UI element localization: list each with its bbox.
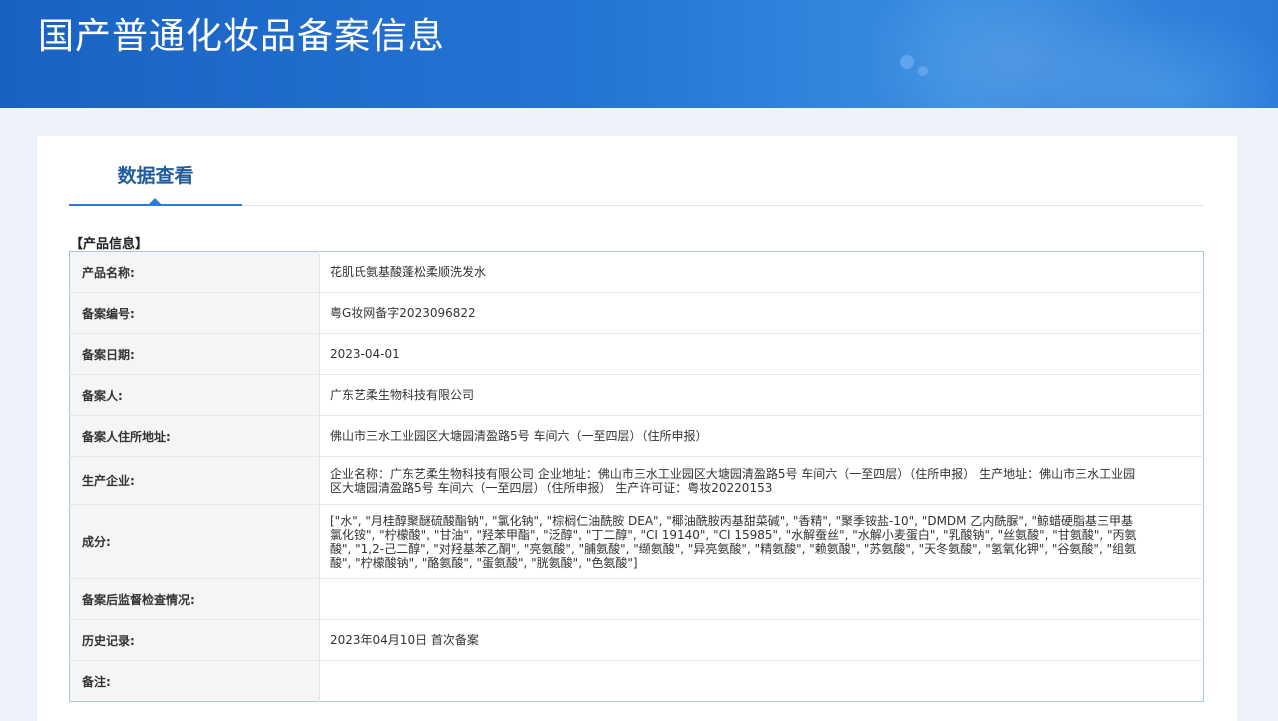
table-row: 备案日期: 2023-04-01: [69, 333, 1204, 375]
row-value-record-date: 2023-04-01: [319, 333, 1204, 375]
table-row: 备案人: 广东艺柔生物科技有限公司: [69, 374, 1204, 416]
row-label-manufacturer: 生产企业:: [69, 456, 320, 505]
table-row: 备案编号: 粤G妆网备字2023096822: [69, 292, 1204, 334]
row-value-registrant-address: 佛山市三水工业园区大塘园清盈路5号 车间六（一至四层）（住所申报）: [319, 415, 1204, 457]
table-row: 备注:: [69, 660, 1204, 702]
page-title: 国产普通化妆品备案信息: [38, 16, 446, 57]
row-value-record-number: 粤G妆网备字2023096822: [319, 292, 1204, 334]
row-value-ingredients: ["水", "月桂醇聚醚硫酸酯钠", "氯化钠", "棕榈仁油酰胺 DEA", …: [319, 504, 1204, 579]
row-label-record-date: 备案日期:: [69, 333, 320, 375]
tab-active-caret-icon: [149, 198, 161, 204]
tab-label: 数据查看: [117, 165, 194, 187]
row-value-manufacturer: 企业名称：广东艺柔生物科技有限公司 企业地址：佛山市三水工业园区大塘园清盈路5号…: [319, 456, 1204, 505]
table-row: 历史记录: 2023年04月10日 首次备案: [69, 619, 1204, 661]
table-row: 备案人住所地址: 佛山市三水工业园区大塘园清盈路5号 车间六（一至四层）（住所申…: [69, 415, 1204, 457]
tab-bar: 数据查看: [69, 136, 1204, 206]
header-decoration: [918, 66, 928, 76]
row-label-remarks: 备注:: [69, 660, 320, 702]
row-label-history: 历史记录:: [69, 619, 320, 661]
page-header: 国产普通化妆品备案信息: [0, 0, 1278, 108]
table-row: 备案后监督检查情况:: [69, 578, 1204, 620]
row-label-registrant-address: 备案人住所地址:: [69, 415, 320, 457]
tab-data-view[interactable]: 数据查看: [69, 136, 242, 206]
row-value-history: 2023年04月10日 首次备案: [319, 619, 1204, 661]
row-value-post-record-inspection: [319, 578, 1204, 620]
header-decoration: [900, 55, 914, 69]
product-info-table: 产品名称: 花肌氏氨基酸蓬松柔顺洗发水 备案编号: 粤G妆网备字20230968…: [69, 251, 1204, 702]
content-panel: 数据查看 【产品信息】 产品名称: 花肌氏氨基酸蓬松柔顺洗发水 备案编号: 粤G…: [37, 136, 1237, 721]
table-row: 产品名称: 花肌氏氨基酸蓬松柔顺洗发水: [69, 251, 1204, 293]
row-label-product-name: 产品名称:: [69, 251, 320, 293]
row-label-registrant: 备案人:: [69, 374, 320, 416]
section-title: 【产品信息】: [70, 237, 149, 252]
row-value-registrant: 广东艺柔生物科技有限公司: [319, 374, 1204, 416]
table-row: 成分: ["水", "月桂醇聚醚硫酸酯钠", "氯化钠", "棕榈仁油酰胺 DE…: [69, 504, 1204, 579]
row-label-record-number: 备案编号:: [69, 292, 320, 334]
row-label-post-record-inspection: 备案后监督检查情况:: [69, 578, 320, 620]
row-value-product-name: 花肌氏氨基酸蓬松柔顺洗发水: [330, 265, 487, 279]
table-row: 生产企业: 企业名称：广东艺柔生物科技有限公司 企业地址：佛山市三水工业园区大塘…: [69, 456, 1204, 505]
row-label-ingredients: 成分:: [69, 504, 320, 579]
row-value-remarks: [319, 660, 1204, 702]
